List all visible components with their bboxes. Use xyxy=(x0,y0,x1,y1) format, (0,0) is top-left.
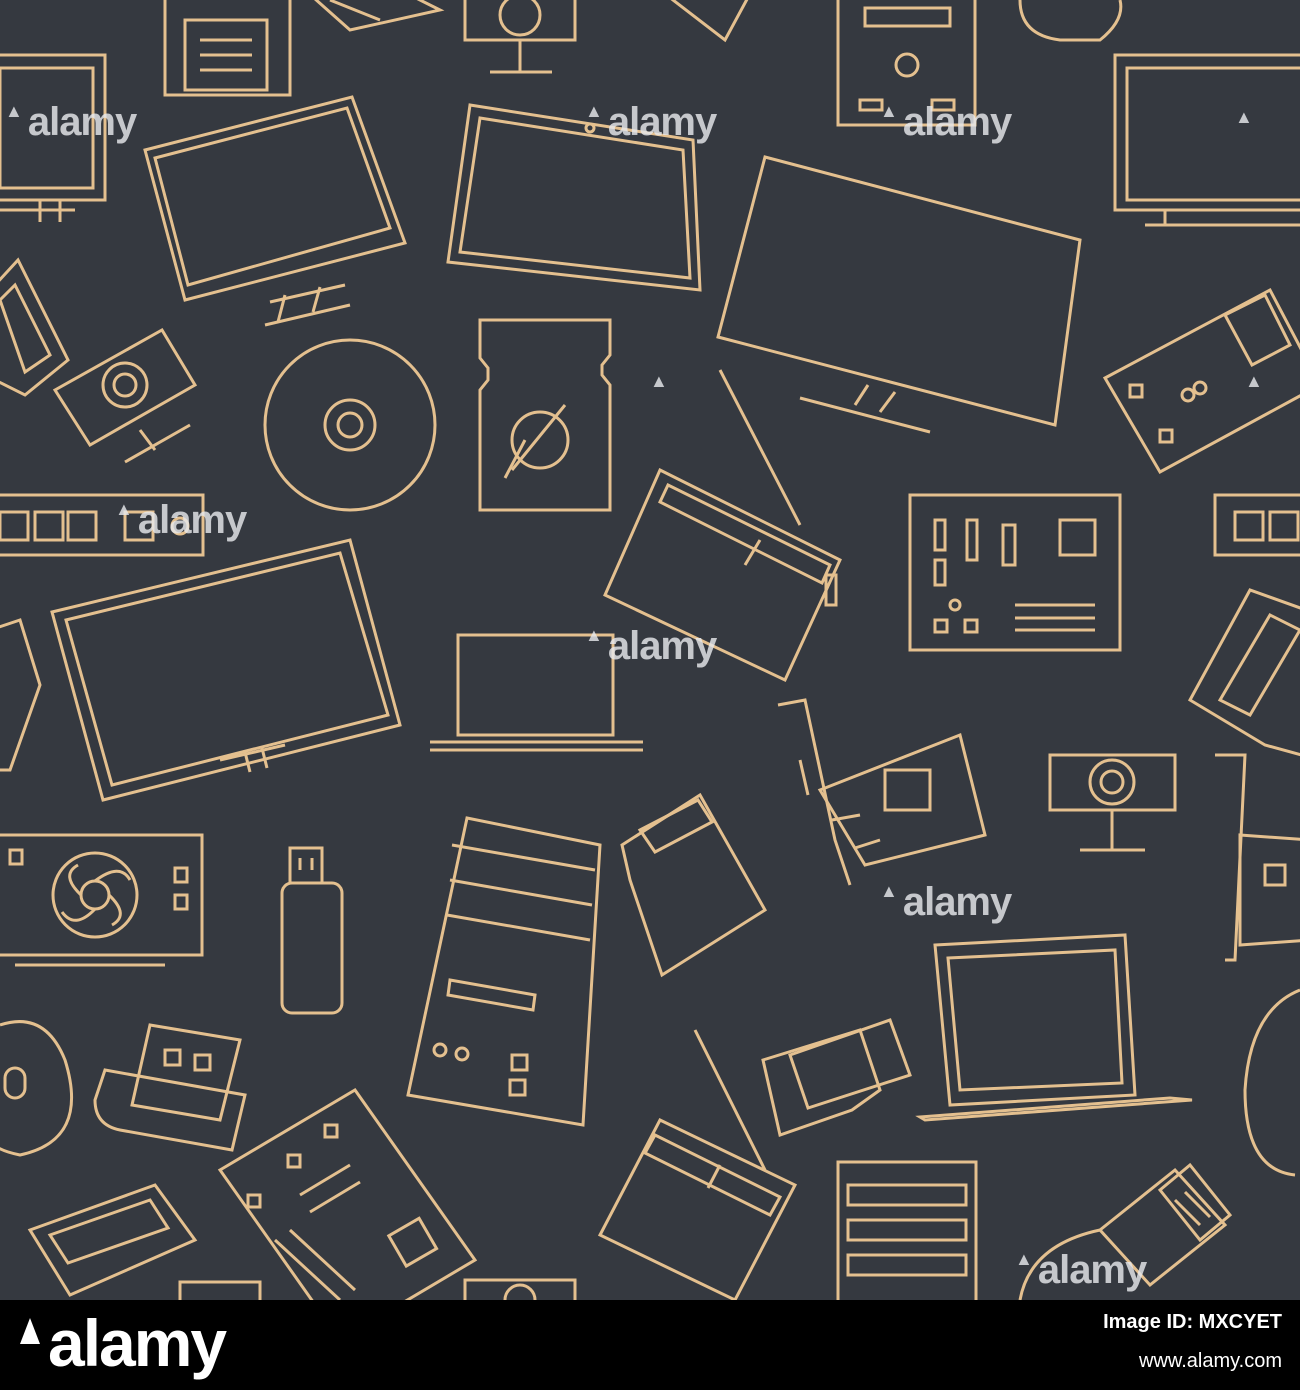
watermark: ▲ alamy xyxy=(585,624,717,668)
webcam-icon xyxy=(1048,753,1177,852)
watermark-text: alamy xyxy=(607,624,717,668)
graphics-card-icon xyxy=(27,1183,198,1297)
site-url-link[interactable]: www.alamy.com xyxy=(1103,1348,1282,1374)
monitor-icon xyxy=(716,155,1082,434)
watermark-text: alamy xyxy=(27,100,137,144)
memory-card-icon xyxy=(761,1018,912,1137)
floppy-disk-icon xyxy=(836,1160,978,1300)
watermark: ▲ alamy xyxy=(880,880,1012,924)
motherboard-icon xyxy=(908,493,1122,652)
watermark: ▲ alamy xyxy=(5,100,137,144)
cd-disc-icon xyxy=(263,338,437,512)
watermark: ▲ xyxy=(1245,371,1263,391)
graphics-card-icon xyxy=(313,0,445,32)
sd-card-icon xyxy=(0,618,42,772)
watermark-text: alamy xyxy=(1037,1248,1147,1292)
mouse-icon xyxy=(1018,0,1123,42)
hard-drive-icon xyxy=(478,318,612,512)
alamy-logo: alamy xyxy=(20,1310,227,1376)
tv-icon xyxy=(1113,53,1300,227)
webcam-icon xyxy=(52,327,198,464)
tablet-icon xyxy=(178,1280,262,1300)
mouse-icon xyxy=(0,1020,74,1157)
watermark-text: alamy xyxy=(137,498,247,542)
icon-pattern-image: ▲ alamy ▲ alamy ▲ alamy ▲ ▲ ▲ ▲ alamy ▲ alamy… xyxy=(0,0,1300,1300)
laptop-icon xyxy=(915,933,1193,1122)
pci-card-icon xyxy=(1215,753,1300,962)
desktop-tower-icon xyxy=(1102,287,1300,475)
usb-wifi-adapter-icon xyxy=(93,1023,247,1152)
pci-card-icon xyxy=(777,698,987,886)
motherboard-icon xyxy=(217,1088,478,1300)
webcam-icon xyxy=(463,0,577,74)
tablet-icon xyxy=(670,0,749,43)
network-switch-icon xyxy=(1213,493,1300,557)
pci-card-icon xyxy=(0,257,70,397)
sd-card-icon xyxy=(620,792,768,978)
watermark: ▲ xyxy=(650,371,668,391)
watermark: ▲ alamy xyxy=(585,100,717,144)
tv-icon xyxy=(50,538,402,802)
watermark-text: alamy xyxy=(902,880,1012,924)
mouse-icon xyxy=(1243,988,1300,1177)
watermark: ▲ alamy xyxy=(115,498,247,542)
image-id-label: Image ID: MXCYET xyxy=(1103,1311,1282,1333)
watermark: ▲ alamy xyxy=(1015,1248,1147,1292)
floppy-disk-icon xyxy=(163,0,292,97)
watermark: ▲ alamy xyxy=(880,100,1012,144)
graphics-card-icon xyxy=(0,833,204,967)
floppy-disk-icon xyxy=(1187,588,1300,757)
webcam-icon xyxy=(463,1278,577,1300)
watermark: ▲ xyxy=(1235,107,1253,127)
stock-footer-bar: alamy Image ID: MXCYET www.alamy.com xyxy=(0,1300,1300,1390)
footer-info: Image ID: MXCYET www.alamy.com xyxy=(1103,1310,1282,1374)
watermark-text: alamy xyxy=(902,100,1012,144)
logo-text: alamy xyxy=(48,1306,227,1380)
watermark-text: alamy xyxy=(607,100,717,144)
monitor-icon xyxy=(143,95,407,327)
usb-flash-drive-icon xyxy=(280,846,344,1015)
desktop-tower-icon xyxy=(406,816,602,1127)
